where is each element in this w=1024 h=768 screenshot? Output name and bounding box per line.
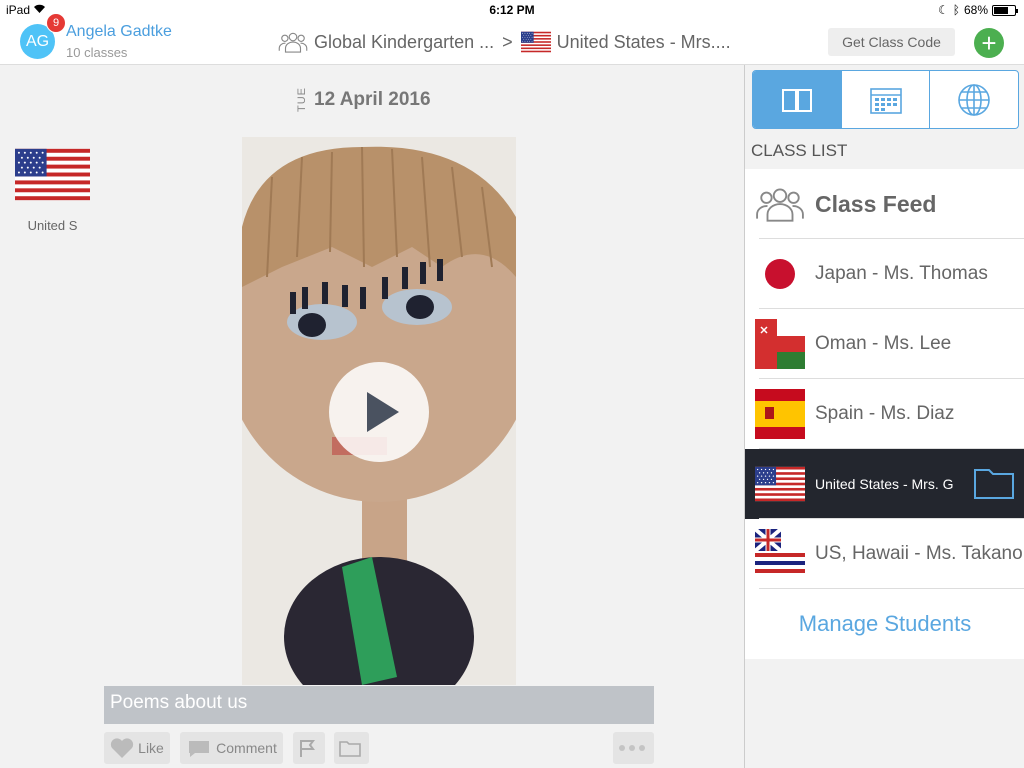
class-feed[interactable]: TUE 12 April 2016 United S Poems about u… xyxy=(0,65,744,768)
bluetooth-icon: ᛒ xyxy=(952,3,960,17)
flag-icon xyxy=(300,740,315,757)
class-list-item-label: Spain - Ms. Diaz xyxy=(815,403,955,424)
class-list-item-japan[interactable]: Japan - Ms. Thomas xyxy=(745,239,1024,309)
tab-globe[interactable] xyxy=(930,71,1018,128)
post-video-thumbnail[interactable] xyxy=(242,137,516,685)
post-author-label: United S xyxy=(27,218,78,233)
like-label: Like xyxy=(138,740,164,756)
class-list-item-united-states[interactable]: United States - Mrs. G xyxy=(745,449,1024,519)
day-of-week: TUE xyxy=(296,87,308,112)
class-list-item-label: US, Hawaii - Ms. Takano xyxy=(815,543,1023,564)
get-class-code-button[interactable]: Get Class Code xyxy=(828,28,955,56)
date-text: 12 April 2016 xyxy=(314,88,431,110)
breadcrumb-separator: > xyxy=(502,31,513,52)
post-date: TUE 12 April 2016 xyxy=(296,87,431,112)
moon-icon: ☾ xyxy=(938,3,949,17)
class-list-title: CLASS LIST xyxy=(751,141,848,160)
post-caption: Poems about us xyxy=(104,686,654,724)
us-flag-icon[interactable] xyxy=(15,137,90,212)
user-class-count: 10 classes xyxy=(66,45,128,60)
oman-flag-icon xyxy=(755,319,805,369)
spain-flag-icon xyxy=(755,389,805,439)
status-time: 6:12 PM xyxy=(489,3,535,17)
people-icon xyxy=(278,30,308,54)
folder-button[interactable] xyxy=(334,732,369,764)
battery-icon xyxy=(992,4,1018,16)
comment-label: Comment xyxy=(216,740,277,756)
avatar-initials: AG xyxy=(25,32,50,50)
like-button[interactable]: Like xyxy=(104,732,170,764)
notification-badge[interactable]: 9 xyxy=(46,13,66,33)
heart-icon xyxy=(111,738,134,758)
comment-button[interactable]: Comment xyxy=(180,732,283,764)
class-list-item-hawaii[interactable]: US, Hawaii - Ms. Takano xyxy=(745,519,1024,589)
class-list-item-label: Oman - Ms. Lee xyxy=(815,333,952,354)
post-actions: Like Comment xyxy=(104,732,654,764)
tab-book[interactable] xyxy=(753,71,842,128)
breadcrumb-current[interactable]: United States - Mrs.... xyxy=(557,32,731,53)
class-list: Class Feed Japan - Ms. Thomas Oman - Ms.… xyxy=(745,169,1024,659)
breadcrumb-parent[interactable]: Global Kindergarten ... xyxy=(314,32,494,53)
status-bar: iPad 6:12 PM ☾ ᛒ 68% xyxy=(0,0,1024,20)
class-list-item-oman[interactable]: Oman - Ms. Lee xyxy=(745,309,1024,379)
view-segmented-control xyxy=(752,70,1019,129)
flag-button[interactable] xyxy=(293,732,325,764)
app-header: AG 9 Angela Gadtke 10 classes Global Kin… xyxy=(0,13,1024,65)
user-name[interactable]: Angela Gadtke xyxy=(66,23,172,41)
play-button[interactable] xyxy=(329,362,429,462)
more-options-button[interactable] xyxy=(613,732,654,764)
class-list-item-spain[interactable]: Spain - Ms. Diaz xyxy=(745,379,1024,449)
class-list-item-label: United States - Mrs. G xyxy=(815,476,954,492)
globe-icon xyxy=(958,83,990,116)
us-flag-icon xyxy=(521,31,551,53)
class-list-item-label: Japan - Ms. Thomas xyxy=(815,263,988,284)
comment-bubble-icon xyxy=(189,741,210,757)
class-list-item-label: Class Feed xyxy=(815,190,937,217)
book-icon xyxy=(781,88,812,112)
add-button[interactable]: + xyxy=(974,28,1004,58)
manage-students-button[interactable]: Manage Students xyxy=(745,589,1024,659)
play-icon xyxy=(367,392,399,432)
tab-calendar[interactable] xyxy=(842,71,931,128)
people-icon xyxy=(756,188,804,222)
breadcrumb: Global Kindergarten ... > United States … xyxy=(278,30,731,54)
calendar-icon xyxy=(869,87,902,114)
us-flag-icon xyxy=(755,466,805,502)
hawaii-flag-icon xyxy=(755,529,805,579)
folder-icon xyxy=(338,741,361,757)
ellipsis-icon xyxy=(618,745,645,751)
folder-icon[interactable] xyxy=(973,465,1015,501)
class-list-item-class-feed[interactable]: Class Feed xyxy=(745,169,1024,239)
class-sidebar: CLASS LIST Class Feed Japan - Ms. Thomas… xyxy=(744,65,1024,768)
status-right: ☾ ᛒ 68% xyxy=(938,3,1018,17)
japan-flag-icon xyxy=(755,249,805,299)
battery-percent: 68% xyxy=(963,3,988,17)
